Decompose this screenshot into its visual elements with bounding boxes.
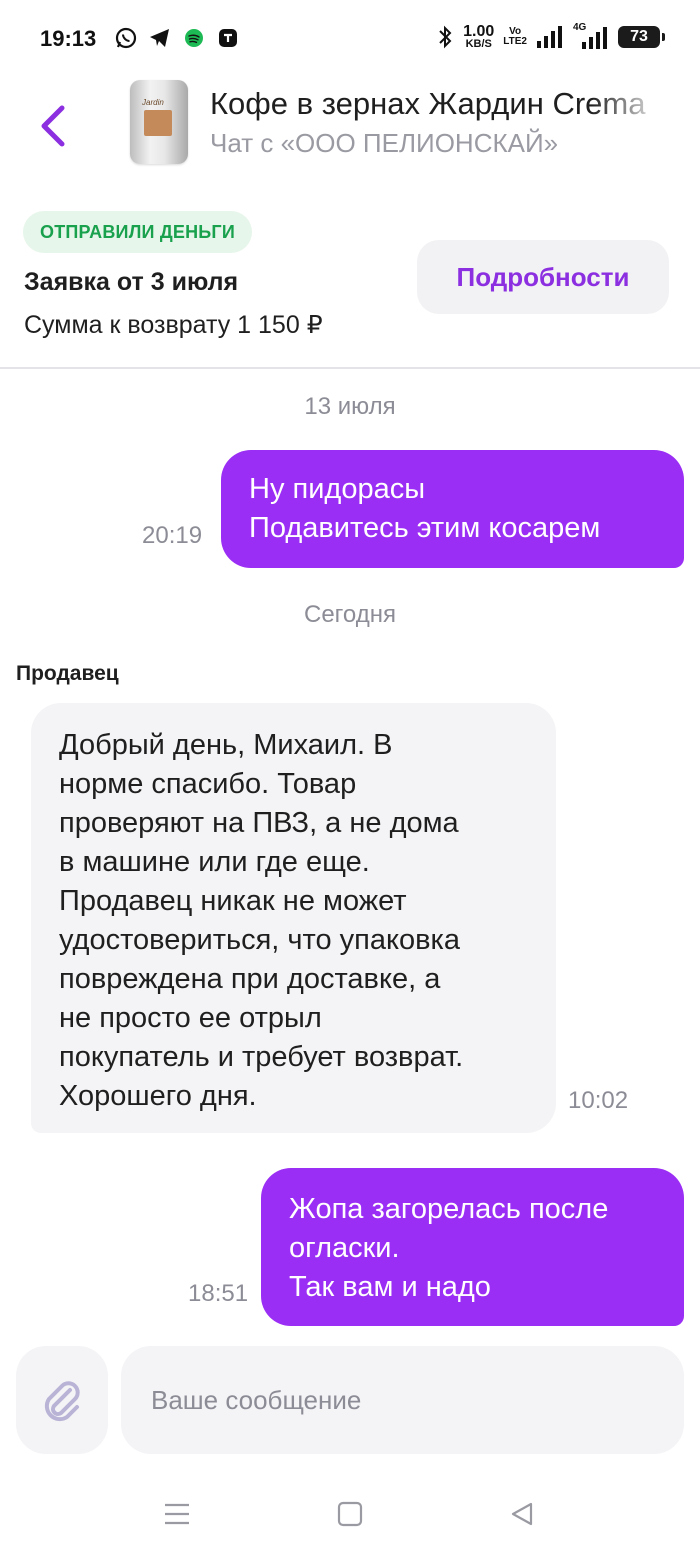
chat-title: Кофе в зернах Жардин Crema [210, 86, 646, 121]
paperclip-icon [44, 1381, 80, 1422]
product-label [144, 110, 172, 136]
nav-menu-button[interactable] [155, 1492, 199, 1536]
message-line: огласки. [289, 1232, 400, 1264]
request-title: Заявка от 3 июля [24, 268, 239, 296]
signal-icon [537, 26, 562, 48]
bluetooth-icon [439, 25, 452, 49]
signal-4g: 4G [573, 22, 609, 50]
status-system-icons: 1.00 KB/S Vo LTE2 4G 73 [436, 22, 665, 50]
message-line: удостовериться, что упаковка [59, 924, 461, 956]
message-line: Ну пидорасы [249, 473, 426, 505]
incoming-message[interactable]: Добрый день, Михаил. В норме спасибо. То… [31, 703, 556, 1133]
status-time: 19:13 [40, 26, 97, 51]
message-line: Продавец никак не может [59, 885, 407, 917]
message-line: покупатель и требует возврат. [59, 1041, 464, 1073]
date-separator: Сегодня [304, 601, 396, 628]
whatsapp-icon [115, 27, 137, 49]
nav-home-button[interactable] [328, 1492, 372, 1536]
volte-indicator: Vo LTE2 [503, 26, 527, 47]
message-line: проверяют на ПВЗ, а не дома [59, 807, 459, 839]
menu-icon [165, 1503, 189, 1525]
spotify-icon [185, 29, 203, 47]
chat-subtitle: Чат с «ООО ПЕЛИОНСКАЙ» [210, 128, 559, 158]
date-separator: 13 июля [304, 393, 396, 420]
product-thumbnail[interactable]: Jardin [130, 80, 188, 164]
back-button[interactable] [36, 104, 72, 148]
message-line: Жопа загорелась после [289, 1193, 609, 1225]
message-time: 20:19 [142, 522, 203, 549]
battery-level: 73 [630, 28, 648, 45]
message-line: повреждена при доставке, а [59, 963, 441, 995]
battery-indicator: 73 [618, 26, 665, 48]
message-time: 18:51 [188, 1280, 249, 1307]
nav-back-button[interactable] [500, 1492, 544, 1536]
message-line: не просто ее отрыл [59, 1002, 322, 1034]
message-time: 10:02 [568, 1087, 629, 1114]
telegram-icon [150, 29, 169, 47]
outgoing-message[interactable]: Жопа загорелась после огласки. Так вам и… [261, 1168, 684, 1326]
chevron-left-icon [41, 105, 65, 147]
divider [0, 367, 700, 369]
status-badge: ОТПРАВИЛИ ДЕНЬГИ [23, 211, 252, 253]
app-icon [219, 29, 237, 47]
net-speed: 1.00 KB/S [463, 23, 495, 50]
message-input[interactable] [121, 1346, 684, 1454]
product-brand: Jardin [142, 98, 164, 107]
status-notification-icons [114, 26, 240, 50]
signal-icon [582, 27, 607, 49]
message-line: Хорошего дня. [59, 1080, 257, 1112]
message-line: Так вам и надо [289, 1271, 491, 1303]
message-line: норме спасибо. Товар [59, 768, 357, 800]
sender-label: Продавец [16, 662, 119, 685]
refund-amount: Сумма к возврату 1 150 ₽ [24, 311, 323, 339]
details-button[interactable]: Подробности [417, 240, 669, 314]
message-line: в машине или где еще. [59, 846, 370, 878]
home-square-icon [337, 1501, 363, 1527]
outgoing-message[interactable]: Ну пидорасы Подавитесь этим косарем [221, 450, 684, 568]
triangle-back-icon [511, 1502, 533, 1526]
message-line: Подавитесь этим косарем [249, 512, 601, 544]
attach-button[interactable] [16, 1346, 108, 1454]
message-line: Добрый день, Михаил. В [59, 729, 393, 761]
